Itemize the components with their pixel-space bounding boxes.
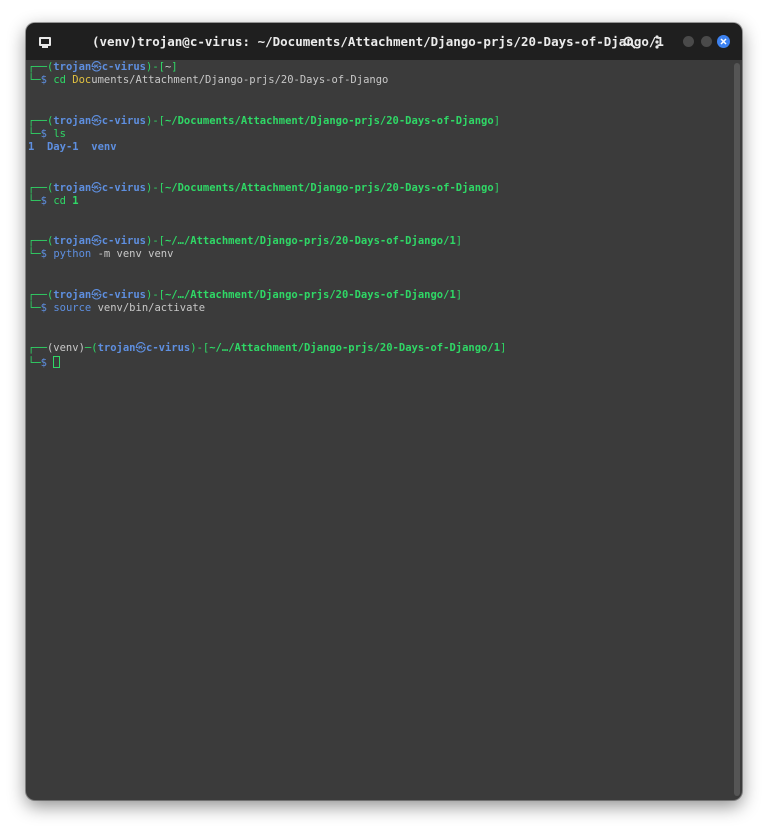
- minimize-button[interactable]: [683, 36, 694, 47]
- text-cursor: [53, 355, 61, 368]
- window-title: (venv)trojan@c-virus: ~/Documents/Attach…: [92, 34, 664, 49]
- prompt-line: ┌──(venv)─(trojan㉿c-virus)-[~/…/Attachme…: [28, 342, 507, 355]
- command-line: └─$ cd Documents/Attachment/Django-prjs/…: [28, 74, 389, 87]
- title-bar[interactable]: (venv)trojan@c-virus: ~/Documents/Attach…: [26, 23, 742, 60]
- prompt-line: ┌──(trojan㉿c-virus)-[~/…/Attachment/Djan…: [28, 235, 463, 248]
- terminal-window: (venv)trojan@c-virus: ~/Documents/Attach…: [26, 23, 742, 800]
- command-line: └─$ python -m venv venv: [28, 248, 174, 261]
- prompt-line: ┌──(trojan㉿c-virus)-[~/Documents/Attachm…: [28, 114, 501, 127]
- close-icon[interactable]: [717, 35, 730, 48]
- kebab-menu-icon[interactable]: [648, 33, 666, 51]
- prompt-line: ┌──(trojan㉿c-virus)-[~]: [28, 61, 178, 73]
- command-line: └─$ ls: [28, 127, 66, 140]
- terminal-output[interactable]: ┌──(trojan㉿c-virus)-[~] └─$ cd Documents…: [26, 60, 732, 800]
- prompt-line: ┌──(trojan㉿c-virus)-[~/…/Attachment/Djan…: [28, 288, 463, 301]
- terminal-icon[interactable]: [38, 34, 52, 48]
- active-command-line[interactable]: └─$: [28, 355, 732, 369]
- command-line: └─$ cd 1: [28, 194, 79, 207]
- scrollbar[interactable]: [734, 63, 740, 796]
- maximize-button[interactable]: [701, 36, 712, 47]
- search-icon[interactable]: [620, 33, 638, 51]
- prompt-line: ┌──(trojan㉿c-virus)-[~/Documents/Attachm…: [28, 181, 501, 194]
- command-line: └─$ source venv/bin/activate: [28, 302, 206, 315]
- ls-output: 1 Day-1 venv: [28, 141, 117, 154]
